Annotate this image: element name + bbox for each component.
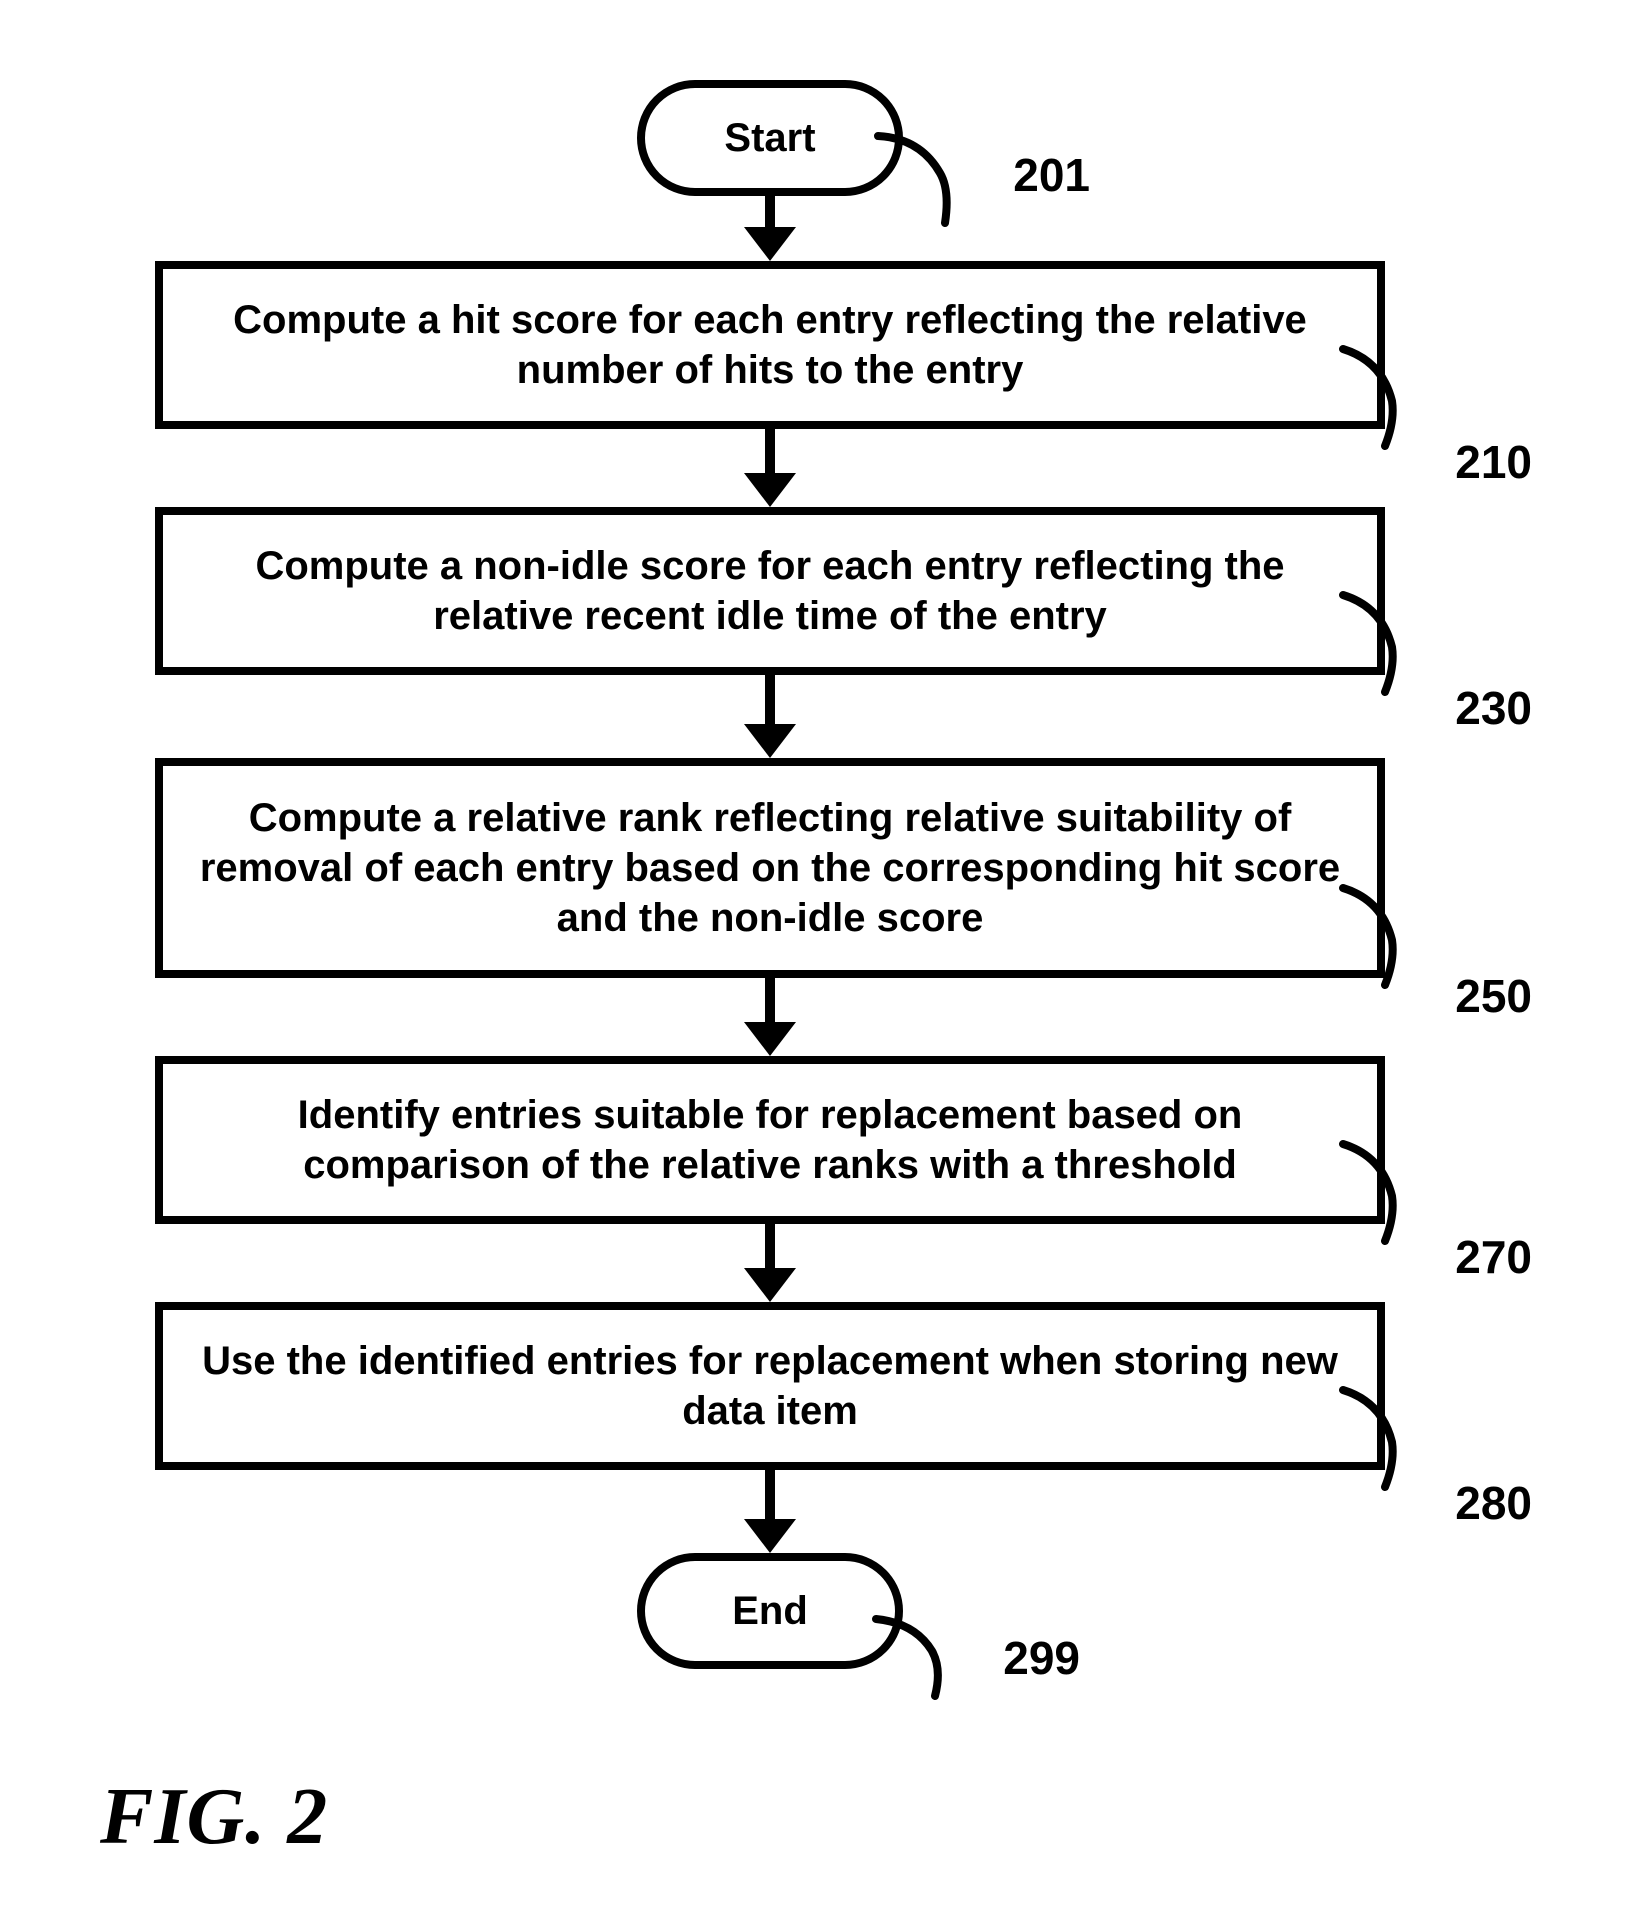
start-terminal: Start 201 xyxy=(637,80,903,196)
callout-201 xyxy=(870,128,990,228)
ref-270: 270 xyxy=(1455,1229,1532,1287)
process-250: Compute a relative rank reflecting relat… xyxy=(155,758,1385,978)
callout-299 xyxy=(870,1611,980,1701)
callout-270 xyxy=(1337,1136,1437,1246)
process-270-text: Identify entries suitable for replacemen… xyxy=(193,1090,1347,1190)
ref-299: 299 xyxy=(1003,1631,1080,1685)
arrow-210-230 xyxy=(744,429,796,507)
process-280: Use the identified entries for replaceme… xyxy=(155,1302,1385,1470)
ref-210: 210 xyxy=(1455,434,1532,492)
process-280-text: Use the identified entries for replaceme… xyxy=(193,1336,1347,1436)
arrow-270-280 xyxy=(744,1224,796,1302)
end-label: End xyxy=(732,1589,808,1634)
process-250-text: Compute a relative rank reflecting relat… xyxy=(193,793,1347,943)
end-terminal: End 299 xyxy=(637,1553,903,1669)
process-270: Identify entries suitable for replacemen… xyxy=(155,1056,1385,1224)
arrow-230-250 xyxy=(744,675,796,758)
figure-caption: FIG. 2 xyxy=(100,1772,328,1863)
figure-page: Start 201 Compute a hit score for each e… xyxy=(0,0,1643,1913)
process-230: Compute a non-idle score for each entry … xyxy=(155,507,1385,675)
callout-210 xyxy=(1337,341,1437,451)
callout-250 xyxy=(1337,880,1437,990)
ref-230: 230 xyxy=(1455,680,1532,738)
ref-201: 201 xyxy=(1013,148,1090,202)
flowchart: Start 201 Compute a hit score for each e… xyxy=(120,80,1420,1669)
process-210-text: Compute a hit score for each entry refle… xyxy=(193,295,1347,395)
callout-280 xyxy=(1337,1382,1437,1492)
process-210: Compute a hit score for each entry refle… xyxy=(155,261,1385,429)
callout-230 xyxy=(1337,587,1437,697)
arrow-250-270 xyxy=(744,978,796,1056)
process-230-text: Compute a non-idle score for each entry … xyxy=(193,541,1347,641)
arrow-start-210 xyxy=(744,196,796,261)
ref-250: 250 xyxy=(1455,968,1532,1026)
start-label: Start xyxy=(724,116,815,161)
ref-280: 280 xyxy=(1455,1475,1532,1533)
arrow-280-end xyxy=(744,1470,796,1553)
